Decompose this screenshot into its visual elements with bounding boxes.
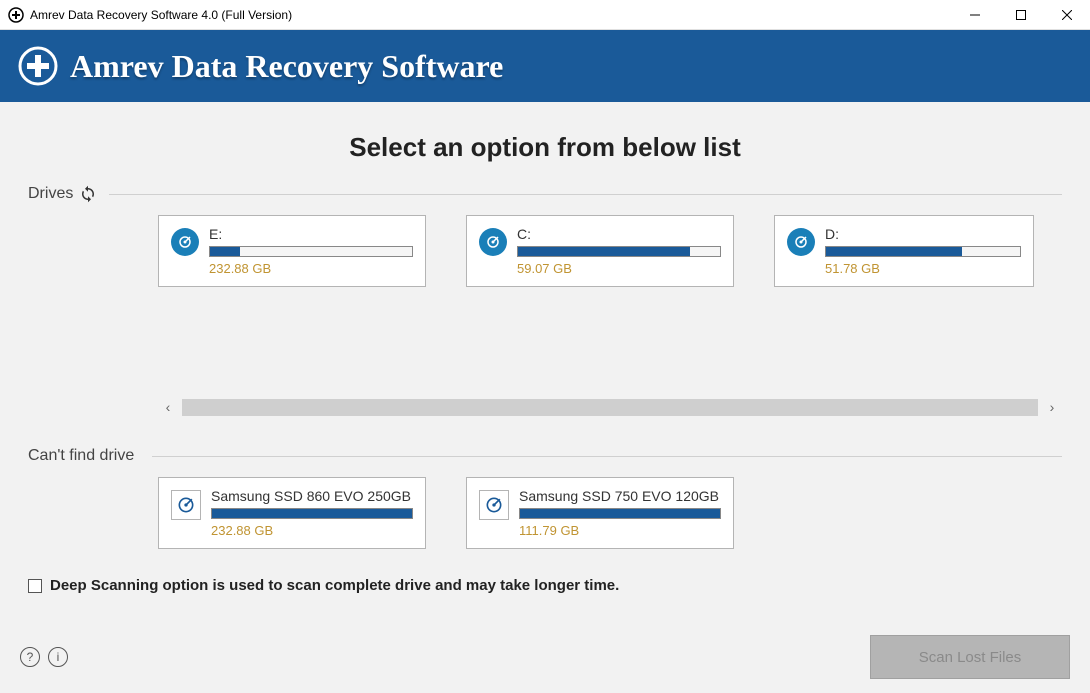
- page-heading: Select an option from below list: [28, 132, 1062, 163]
- drive-size: 111.79 GB: [519, 523, 721, 538]
- drives-section-header: Drives: [28, 185, 1062, 203]
- drive-name: D:: [825, 226, 1021, 242]
- maximize-button[interactable]: [998, 0, 1044, 29]
- drive-card[interactable]: E: 232.88 GB: [158, 215, 426, 287]
- drive-usage-bar: [209, 246, 413, 257]
- drive-icon: [479, 228, 507, 256]
- deep-scan-row: Deep Scanning option is used to scan com…: [28, 577, 1062, 594]
- scroll-track[interactable]: [182, 399, 1038, 416]
- logo-icon: [18, 46, 58, 86]
- drive-usage-bar: [825, 246, 1021, 257]
- app-title: Amrev Data Recovery Software: [70, 48, 503, 85]
- cant-find-section-header: Can't find drive: [28, 447, 1062, 465]
- drive-size: 232.88 GB: [211, 523, 413, 538]
- disk-icon: [171, 490, 201, 520]
- drive-card[interactable]: C: 59.07 GB: [466, 215, 734, 287]
- drives-label: Drives: [28, 185, 73, 203]
- drive-usage-bar: [211, 508, 413, 519]
- window-title: Amrev Data Recovery Software 4.0 (Full V…: [30, 8, 952, 22]
- window-controls: [952, 0, 1090, 29]
- disk-icon: [479, 490, 509, 520]
- drive-icon: [787, 228, 815, 256]
- physical-drive-card[interactable]: Samsung SSD 750 EVO 120GB 111.79 GB: [466, 477, 734, 549]
- drive-name: C:: [517, 226, 721, 242]
- scan-lost-files-button[interactable]: Scan Lost Files: [870, 635, 1070, 679]
- divider: [152, 456, 1062, 457]
- drives-list: E: 232.88 GB C: 59.07 GB D: 51.78 GB: [28, 215, 1062, 287]
- drive-size: 59.07 GB: [517, 261, 721, 276]
- drive-size: 51.78 GB: [825, 261, 1021, 276]
- drive-usage-bar: [517, 246, 721, 257]
- drive-card[interactable]: D: 51.78 GB: [774, 215, 1034, 287]
- cant-find-label: Can't find drive: [28, 447, 134, 465]
- deep-scan-checkbox[interactable]: [28, 579, 42, 593]
- app-icon: [8, 7, 24, 23]
- drive-icon: [171, 228, 199, 256]
- info-icon[interactable]: i: [48, 647, 68, 667]
- drive-name: Samsung SSD 750 EVO 120GB: [519, 488, 721, 504]
- minimize-button[interactable]: [952, 0, 998, 29]
- horizontal-scrollbar: ‹ ›: [28, 397, 1062, 417]
- scroll-left-button[interactable]: ‹: [158, 397, 178, 417]
- help-icon[interactable]: ?: [20, 647, 40, 667]
- titlebar: Amrev Data Recovery Software 4.0 (Full V…: [0, 0, 1090, 30]
- scroll-right-button[interactable]: ›: [1042, 397, 1062, 417]
- physical-drive-card[interactable]: Samsung SSD 860 EVO 250GB 232.88 GB: [158, 477, 426, 549]
- refresh-icon[interactable]: [79, 185, 97, 203]
- main-content: Select an option from below list Drives …: [0, 102, 1090, 693]
- drive-usage-bar: [519, 508, 721, 519]
- footer: ? i Scan Lost Files: [20, 635, 1070, 679]
- close-button[interactable]: [1044, 0, 1090, 29]
- app-banner: Amrev Data Recovery Software: [0, 30, 1090, 102]
- drive-name: Samsung SSD 860 EVO 250GB: [211, 488, 413, 504]
- divider: [109, 194, 1062, 195]
- drive-name: E:: [209, 226, 413, 242]
- physical-drives-list: Samsung SSD 860 EVO 250GB 232.88 GB Sams…: [28, 477, 1062, 549]
- drive-size: 232.88 GB: [209, 261, 413, 276]
- deep-scan-label: Deep Scanning option is used to scan com…: [50, 577, 619, 594]
